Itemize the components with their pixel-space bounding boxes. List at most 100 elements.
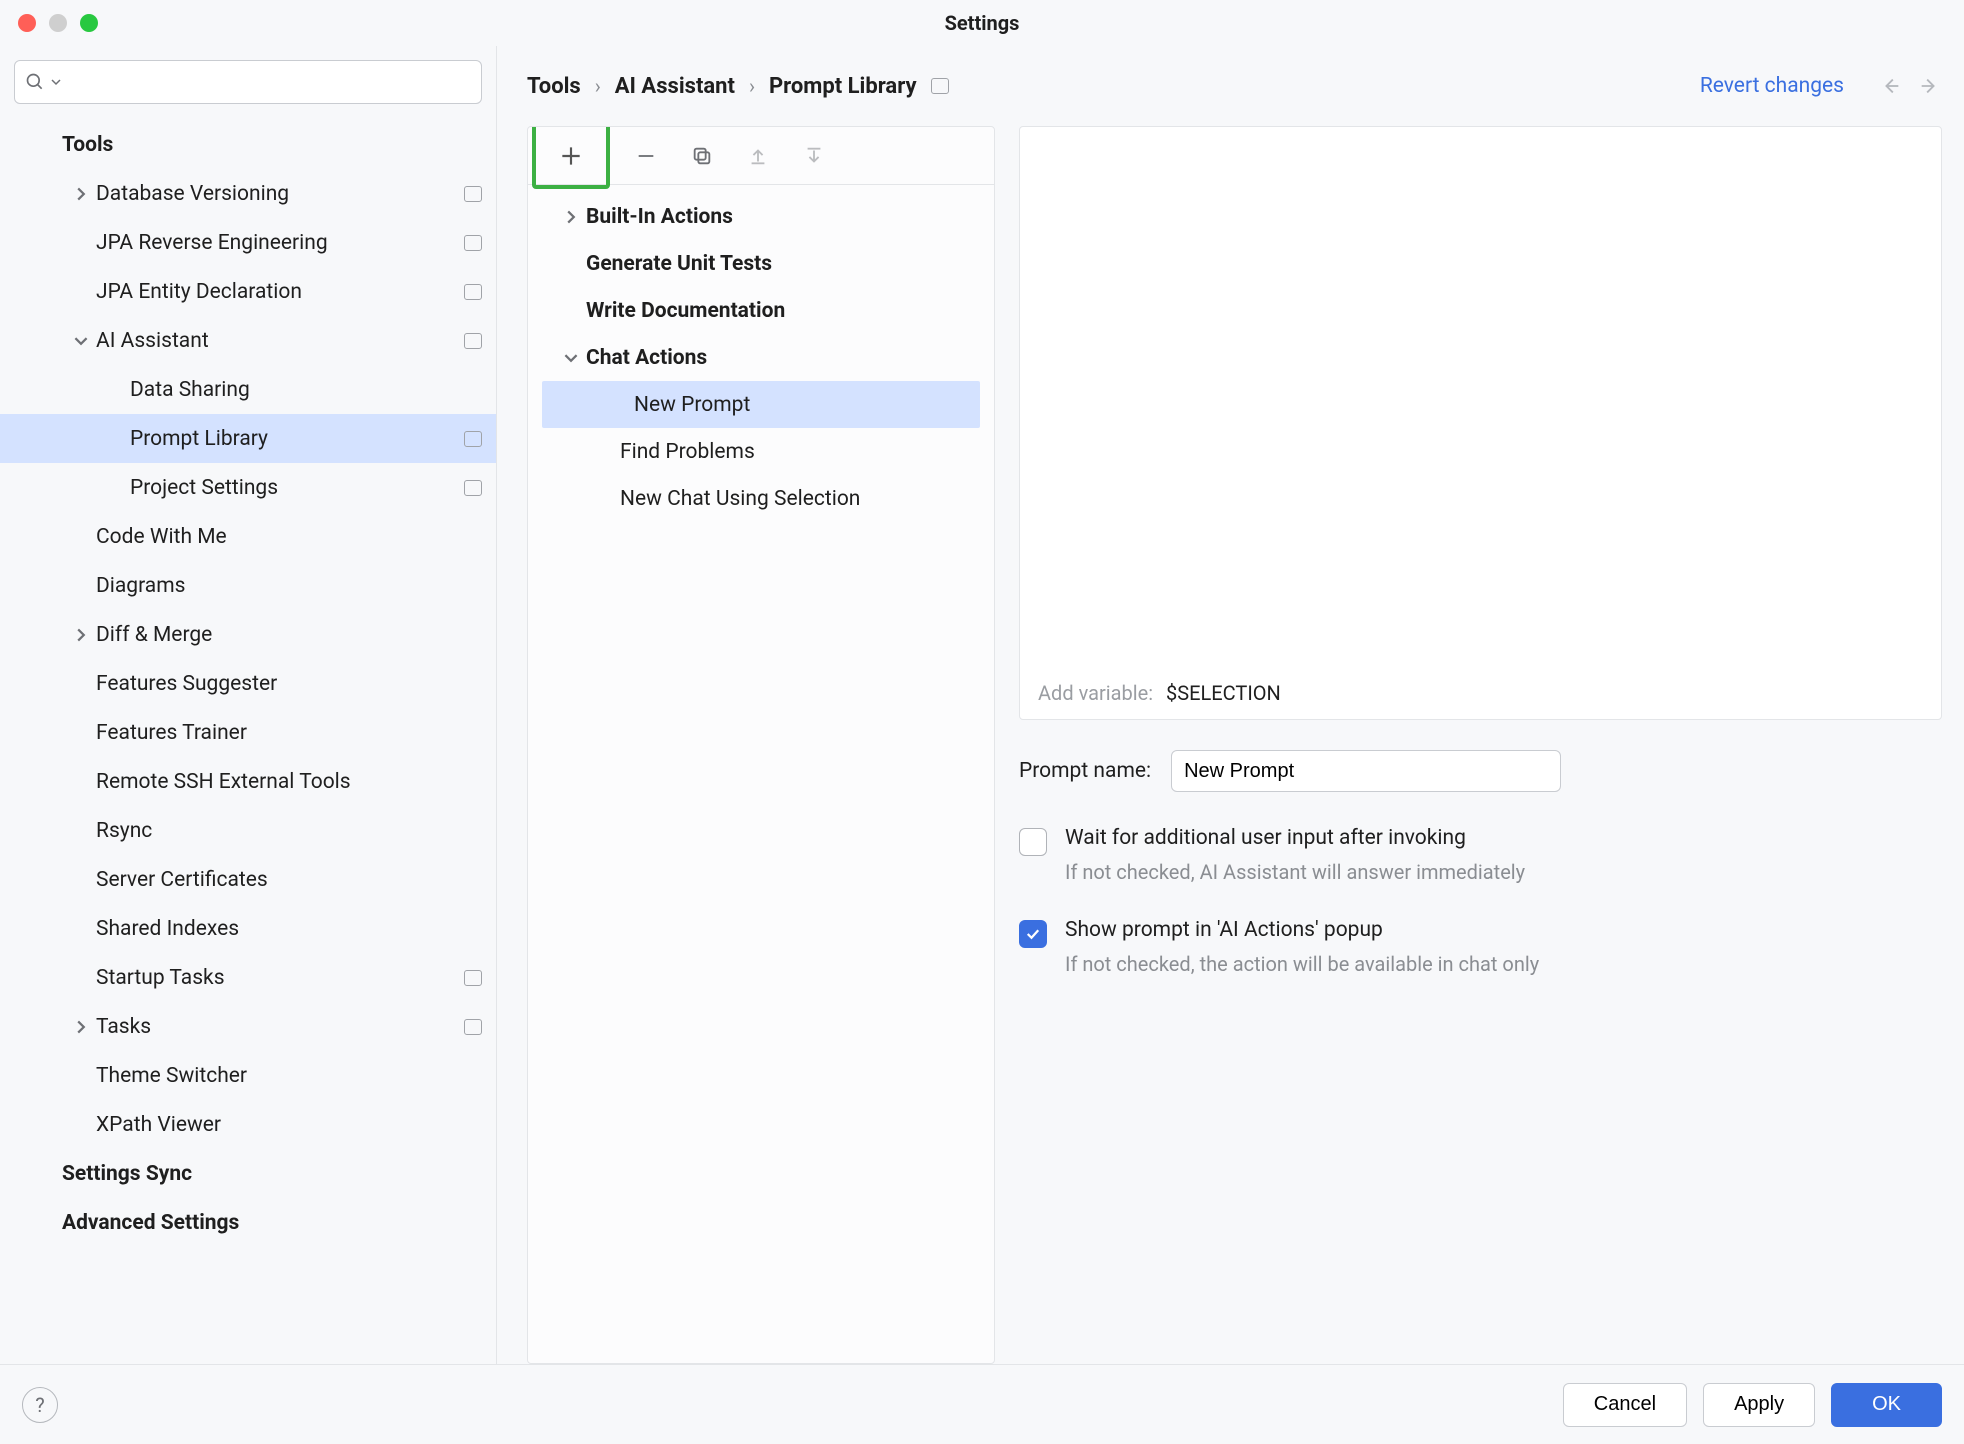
prompt-tree-item-label: Write Documentation — [586, 299, 785, 323]
checkmark-icon — [1024, 925, 1042, 943]
prompt-name-row: Prompt name: — [1019, 750, 1942, 792]
sidebar-item[interactable]: Theme Switcher — [0, 1051, 496, 1100]
sidebar-item-label: Diff & Merge — [96, 623, 482, 647]
sidebar-item[interactable]: Diff & Merge — [0, 610, 496, 659]
help-button[interactable]: ? — [22, 1387, 58, 1423]
cancel-button[interactable]: Cancel — [1563, 1383, 1687, 1427]
breadcrumb-segment[interactable]: Prompt Library — [769, 74, 917, 99]
sidebar-item[interactable]: Startup Tasks — [0, 953, 496, 1002]
sidebar-item[interactable]: AI Assistant — [0, 316, 496, 365]
nav-forward-icon[interactable] — [1916, 75, 1942, 97]
remove-prompt-button[interactable] — [626, 136, 666, 176]
sidebar-item[interactable]: Remote SSH External Tools — [0, 757, 496, 806]
settings-sidebar: Tools Database Versioning JPA Reverse Engi… — [0, 46, 497, 1364]
sidebar-item-label: XPath Viewer — [96, 1113, 482, 1137]
minus-icon — [635, 145, 657, 167]
sidebar-item[interactable]: Rsync — [0, 806, 496, 855]
variable-chip-selection[interactable]: $SELECTION — [1166, 681, 1281, 705]
show-in-popup-checkbox-row: Show prompt in 'AI Actions' popup If not… — [1019, 918, 1942, 976]
breadcrumb-segment[interactable]: AI Assistant — [615, 74, 735, 99]
sidebar-item-label: Tasks — [96, 1015, 464, 1039]
show-in-popup-label: Show prompt in 'AI Actions' popup — [1065, 918, 1539, 942]
download-icon — [803, 145, 825, 167]
help-icon: ? — [35, 1393, 44, 1417]
prompt-name-input[interactable] — [1171, 750, 1561, 792]
sidebar-item[interactable]: Tools — [0, 120, 496, 169]
breadcrumb-segment[interactable]: Tools — [527, 74, 581, 99]
revert-changes-link[interactable]: Revert changes — [1700, 74, 1844, 98]
sidebar-item-label: Code With Me — [96, 525, 482, 549]
sidebar-item[interactable]: Server Certificates — [0, 855, 496, 904]
search-icon — [25, 72, 45, 92]
sidebar-item[interactable]: Features Trainer — [0, 708, 496, 757]
prompt-tree-item[interactable]: Generate Unit Tests — [528, 240, 994, 287]
sidebar-item[interactable]: Code With Me — [0, 512, 496, 561]
sidebar-item[interactable]: Prompt Library — [0, 414, 496, 463]
prompt-editor[interactable]: Add variable: $SELECTION — [1019, 126, 1942, 720]
settings-detail: Tools › AI Assistant › Prompt Library Re… — [497, 46, 1964, 1364]
sidebar-item[interactable]: Data Sharing — [0, 365, 496, 414]
sidebar-item[interactable]: Tasks — [0, 1002, 496, 1051]
wait-for-input-checkbox[interactable] — [1019, 828, 1047, 856]
chevron-down-icon — [66, 334, 96, 348]
sidebar-item[interactable]: Project Settings — [0, 463, 496, 512]
scope-badge-icon — [464, 480, 482, 496]
sidebar-item-label: Advanced Settings — [62, 1211, 482, 1235]
chevron-right-icon — [66, 1020, 96, 1034]
sidebar-item[interactable]: XPath Viewer — [0, 1100, 496, 1149]
sidebar-item-label: Shared Indexes — [96, 917, 482, 941]
prompt-toolbar — [528, 127, 994, 185]
window-title: Settings — [0, 11, 1964, 35]
export-prompt-button[interactable] — [738, 136, 778, 176]
sidebar-item-label: Project Settings — [130, 476, 464, 500]
prompt-tree-item[interactable]: Find Problems — [528, 428, 994, 475]
add-prompt-button[interactable] — [532, 126, 610, 189]
prompt-tree-item[interactable]: Write Documentation — [528, 287, 994, 334]
prompt-tree-item[interactable]: New Chat Using Selection — [528, 475, 994, 522]
sidebar-item[interactable]: Advanced Settings — [0, 1198, 496, 1247]
sidebar-item[interactable]: Database Versioning — [0, 169, 496, 218]
import-prompt-button[interactable] — [794, 136, 834, 176]
search-input[interactable] — [67, 71, 471, 93]
prompt-tree-item-label: Built-In Actions — [586, 205, 733, 229]
sidebar-item[interactable]: Shared Indexes — [0, 904, 496, 953]
sidebar-item-label: Settings Sync — [62, 1162, 482, 1186]
upload-icon — [747, 145, 769, 167]
prompt-tree-item[interactable]: Chat Actions — [528, 334, 994, 381]
sidebar-item-label: Remote SSH External Tools — [96, 770, 482, 794]
sidebar-item-label: AI Assistant — [96, 329, 464, 353]
chevron-down-icon — [556, 351, 586, 365]
sidebar-item-label: Data Sharing — [130, 378, 482, 402]
apply-button[interactable]: Apply — [1703, 1383, 1815, 1427]
settings-search[interactable] — [14, 60, 482, 104]
duplicate-prompt-button[interactable] — [682, 136, 722, 176]
show-in-popup-checkbox[interactable] — [1019, 920, 1047, 948]
show-in-popup-hint: If not checked, the action will be avail… — [1065, 952, 1539, 976]
sidebar-item-label: Startup Tasks — [96, 966, 464, 990]
sidebar-item-label: Database Versioning — [96, 182, 464, 206]
scope-badge-icon — [464, 1019, 482, 1035]
sidebar-item[interactable]: Features Suggester — [0, 659, 496, 708]
sidebar-item-label: Diagrams — [96, 574, 482, 598]
scope-badge-icon — [464, 431, 482, 447]
chevron-right-icon: › — [595, 74, 601, 98]
sidebar-item-label: Tools — [62, 133, 482, 157]
prompt-tree-item-label: New Chat Using Selection — [620, 487, 860, 511]
prompt-library-column: Built-In Actions Generate Unit Tests Write… — [527, 126, 995, 1364]
dialog-footer: ? Cancel Apply OK — [0, 1364, 1964, 1444]
scope-badge-icon — [464, 333, 482, 349]
scope-badge-icon — [464, 235, 482, 251]
nav-back-icon[interactable] — [1878, 75, 1904, 97]
sidebar-item[interactable]: Settings Sync — [0, 1149, 496, 1198]
copy-icon — [691, 145, 713, 167]
sidebar-item[interactable]: Diagrams — [0, 561, 496, 610]
settings-window: Settings Tools Database Versioning JPA Rev… — [0, 0, 1964, 1444]
prompt-tree-item-label: New Prompt — [634, 393, 750, 417]
ok-button[interactable]: OK — [1831, 1383, 1942, 1427]
prompt-tree-item[interactable]: Built-In Actions — [528, 193, 994, 240]
prompt-tree-item[interactable]: New Prompt — [542, 381, 980, 428]
prompt-tree-item-label: Generate Unit Tests — [586, 252, 772, 276]
sidebar-item[interactable]: JPA Entity Declaration — [0, 267, 496, 316]
chevron-right-icon: › — [749, 74, 755, 98]
sidebar-item[interactable]: JPA Reverse Engineering — [0, 218, 496, 267]
